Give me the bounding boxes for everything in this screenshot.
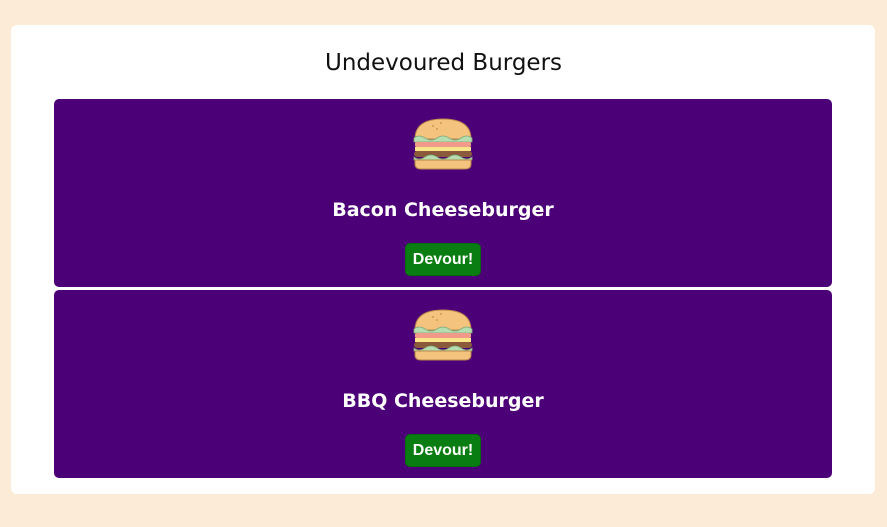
burger-name: Bacon Cheeseburger <box>332 199 554 221</box>
burger-name: BBQ Cheeseburger <box>342 390 544 412</box>
burger-icon <box>413 309 473 361</box>
burger-card: BBQ Cheeseburger Devour! <box>54 290 832 478</box>
page-title: Undevoured Burgers <box>324 50 563 76</box>
burger-icon <box>413 118 473 170</box>
devour-button[interactable]: Devour! <box>405 434 481 467</box>
devour-button[interactable]: Devour! <box>405 243 481 276</box>
burger-card: Bacon Cheeseburger Devour! <box>54 99 832 287</box>
